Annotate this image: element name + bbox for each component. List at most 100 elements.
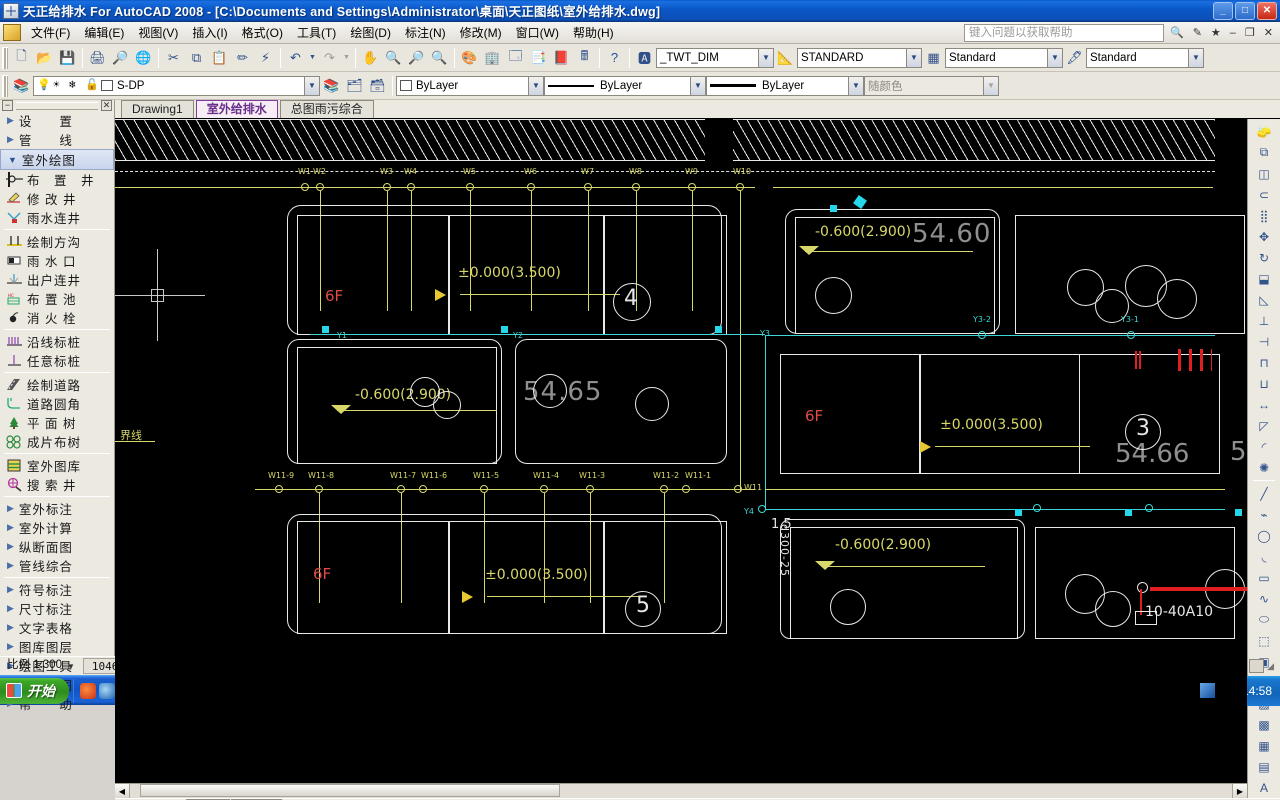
drain-node[interactable]	[978, 331, 986, 339]
palette-group-profile[interactable]: ▶ 纵断面图	[0, 537, 114, 556]
clean-screen-icon[interactable]	[1249, 659, 1265, 673]
array-icon[interactable]: ⣿	[1252, 205, 1277, 226]
close-button[interactable]: ✕	[1257, 1, 1277, 20]
menu-help[interactable]: 帮助(H)	[566, 22, 621, 43]
chevron-down-icon[interactable]: ▼	[1188, 48, 1203, 67]
arc-icon[interactable]: ◟	[1252, 546, 1277, 567]
command-draw-road[interactable]: 绘制道路	[0, 375, 114, 394]
layer-states-icon[interactable]: 🗃	[366, 74, 389, 97]
selection-grip[interactable]	[501, 326, 508, 333]
pipe-node[interactable]	[660, 485, 668, 493]
command-plan-tree[interactable]: 平 面 树	[0, 413, 114, 432]
pipe-node[interactable]	[527, 183, 535, 191]
table-icon[interactable]: ▤	[1252, 756, 1277, 777]
chevron-down-icon[interactable]: ▼	[906, 48, 921, 67]
undo-icon[interactable]: ↶	[284, 46, 307, 69]
freeze-sun-icon[interactable]: ☀	[53, 78, 69, 94]
properties-icon[interactable]: 🎨	[458, 46, 481, 69]
pipe-node[interactable]	[397, 485, 405, 493]
command-rain-connect-well[interactable]: 雨水连井	[0, 208, 114, 227]
layer-combo[interactable]: 💡 ☀ ❄ 🔓 S-DP ▼	[33, 75, 320, 96]
offset-icon[interactable]: ⊂	[1252, 184, 1277, 205]
tab-outdoor-plumbing[interactable]: 室外给排水	[195, 100, 278, 118]
selection-grip[interactable]	[715, 326, 722, 333]
chevron-down-icon[interactable]: ▼	[848, 76, 863, 95]
comm-center-icon[interactable]: ✎	[1190, 26, 1205, 39]
multiline-text-icon[interactable]: A	[1252, 777, 1277, 798]
break-at-point-icon[interactable]: ⊓	[1252, 352, 1277, 373]
scale-label[interactable]: 比例 1:300	[2, 658, 67, 674]
building-unit[interactable]	[780, 354, 920, 474]
cut-icon[interactable]: ✂	[162, 46, 185, 69]
chevron-down-icon[interactable]: ▼	[758, 48, 773, 67]
help-icon[interactable]: ?	[603, 46, 626, 69]
spline-icon[interactable]: ∿	[1252, 588, 1277, 609]
chamfer-icon[interactable]: ◸	[1252, 415, 1277, 436]
chevron-down-icon[interactable]: ▼	[304, 76, 319, 95]
drain-line-cyan[interactable]	[310, 334, 765, 335]
rotate-icon[interactable]: ↻	[1252, 247, 1277, 268]
stretch-icon[interactable]: ◺	[1252, 289, 1277, 310]
undo-dropdown-icon[interactable]: ▼	[307, 46, 318, 69]
plotstyle-combo[interactable]: 随颜色 ▼	[864, 75, 999, 96]
tab-general-rain-sewage[interactable]: 总图雨污综合	[279, 100, 374, 118]
building-unit[interactable]	[604, 521, 727, 634]
scroll-right-icon[interactable]: ▶	[1232, 784, 1247, 798]
drain-line-cyan-3[interactable]	[765, 509, 1225, 510]
extend-icon[interactable]: ⊣	[1252, 331, 1277, 352]
make-object-layer-current-icon[interactable]: 📚	[320, 74, 343, 97]
internet-explorer-icon[interactable]	[99, 682, 115, 699]
menu-insert[interactable]: 插入(I)	[185, 22, 234, 43]
calculator-icon[interactable]: 🖩	[573, 46, 596, 69]
command-draw-channel[interactable]: 绘制方沟	[0, 232, 114, 251]
drain-node[interactable]	[1145, 504, 1153, 512]
pipe-node[interactable]	[682, 485, 690, 493]
palette-menu-icon[interactable]: −	[2, 100, 13, 111]
command-search-well[interactable]: 搜 索 井	[0, 475, 114, 494]
dim-style-icon[interactable]: 🅰	[633, 46, 656, 69]
multileaderstyle-combo[interactable]: Standard ▼	[1086, 47, 1204, 68]
pipe-node[interactable]	[419, 485, 427, 493]
command-rain-inlet[interactable]: 雨 水 口	[0, 251, 114, 270]
erase-icon[interactable]: 🧽	[1252, 121, 1277, 142]
break-icon[interactable]: ⊔	[1252, 373, 1277, 394]
toolbar-grip[interactable]	[2, 46, 8, 69]
pipe-node[interactable]	[466, 183, 474, 191]
drain-node[interactable]	[1033, 504, 1041, 512]
pipe-node[interactable]	[301, 183, 309, 191]
pipe-node[interactable]	[275, 485, 283, 493]
palette-group-outdoor-drawing[interactable]: ▼ 室外绘图	[0, 149, 114, 170]
toolbar-grip[interactable]	[2, 74, 8, 97]
layer-color-swatch[interactable]	[101, 80, 113, 91]
pipe-node[interactable]	[688, 183, 696, 191]
drain-node[interactable]	[1127, 331, 1135, 339]
pipe-node[interactable]	[315, 485, 323, 493]
join-icon[interactable]: ↔	[1252, 394, 1277, 415]
command-tree-cluster[interactable]: 成片布树	[0, 432, 114, 451]
chevron-down-icon[interactable]: ▼	[690, 76, 705, 95]
pipe-node-white[interactable]	[1137, 582, 1148, 593]
lock-icon[interactable]: 🔓	[85, 78, 101, 94]
start-button[interactable]: 开始	[0, 677, 69, 704]
palette-group-text-table[interactable]: ▶ 文字表格	[0, 618, 114, 637]
pipe-node[interactable]	[736, 183, 744, 191]
zoom-realtime-icon[interactable]: 🔍	[382, 46, 405, 69]
pickbox-cursor[interactable]	[151, 289, 164, 302]
region-icon[interactable]: ▦	[1252, 735, 1277, 756]
doc-minimize-button[interactable]: –	[1227, 27, 1239, 39]
open-file-icon[interactable]: 📂	[33, 46, 56, 69]
redo-icon[interactable]: ↷	[318, 46, 341, 69]
rectangle-icon[interactable]: ▭	[1252, 567, 1277, 588]
new-file-icon[interactable]: 🗋	[10, 46, 33, 69]
block-editor-icon[interactable]: ⚡	[254, 46, 277, 69]
trim-icon[interactable]: ⊥	[1252, 310, 1277, 331]
textstyle-combo[interactable]: STANDARD ▼	[797, 47, 922, 68]
pipe-node[interactable]	[540, 485, 548, 493]
selection-grip[interactable]	[322, 326, 329, 333]
explode-icon[interactable]: ✺	[1252, 457, 1277, 478]
menu-file[interactable]: 文件(F)	[24, 22, 77, 43]
chevron-down-icon[interactable]: ▼	[67, 662, 75, 671]
match-properties-icon[interactable]: ✏	[231, 46, 254, 69]
gradient-icon[interactable]: ▩	[1252, 714, 1277, 735]
save-icon[interactable]: 💾	[56, 46, 79, 69]
